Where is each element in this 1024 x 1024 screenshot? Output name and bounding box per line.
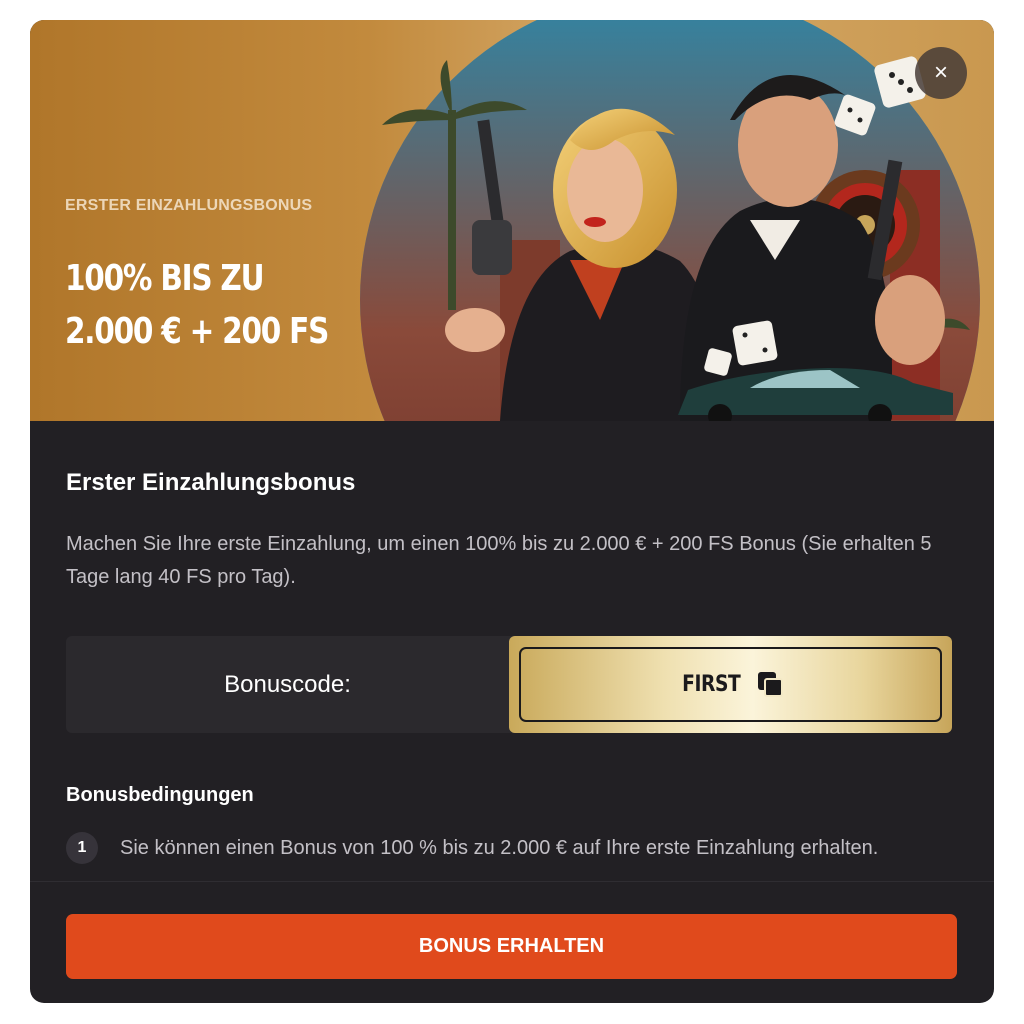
close-icon: ×: [933, 59, 948, 86]
claim-bonus-button[interactable]: BONUS ERHALTEN: [66, 914, 957, 979]
copy-code-button[interactable]: FIRST: [519, 647, 942, 722]
modal-title: Erster Einzahlungsbonus: [66, 469, 356, 496]
promo-banner: ERSTER EINZAHLUNGSBONUS 100% BIS ZU 2.00…: [30, 20, 994, 421]
condition-number: 1: [66, 832, 98, 864]
bonus-code-value: FIRST: [682, 672, 741, 697]
close-button[interactable]: ×: [915, 47, 967, 99]
bonus-code-panel: FIRST: [509, 636, 952, 733]
divider: [30, 881, 994, 882]
banner-headline: 100% BIS ZU 2.000 € + 200 FS: [65, 252, 329, 358]
banner-eyebrow: ERSTER EINZAHLUNGSBONUS: [65, 197, 313, 214]
condition-text: Sie können einen Bonus von 100 % bis zu …: [120, 836, 879, 859]
bonus-code-box: Bonuscode: FIRST: [66, 636, 952, 733]
condition-item: 1 Sie können einen Bonus von 100 % bis z…: [66, 832, 878, 864]
headline-line-2: 2.000 € + 200 FS: [65, 311, 329, 352]
conditions-title: Bonusbedingungen: [66, 784, 254, 806]
headline-line-1: 100% BIS ZU: [65, 258, 265, 299]
bonus-modal: ERSTER EINZAHLUNGSBONUS 100% BIS ZU 2.00…: [30, 20, 994, 1003]
modal-description: Machen Sie Ihre erste Einzahlung, um ein…: [66, 533, 932, 588]
bonus-code-label: Bonuscode:: [224, 670, 351, 698]
noir-casino-illustration: [360, 20, 980, 421]
copy-icon: [757, 671, 784, 698]
